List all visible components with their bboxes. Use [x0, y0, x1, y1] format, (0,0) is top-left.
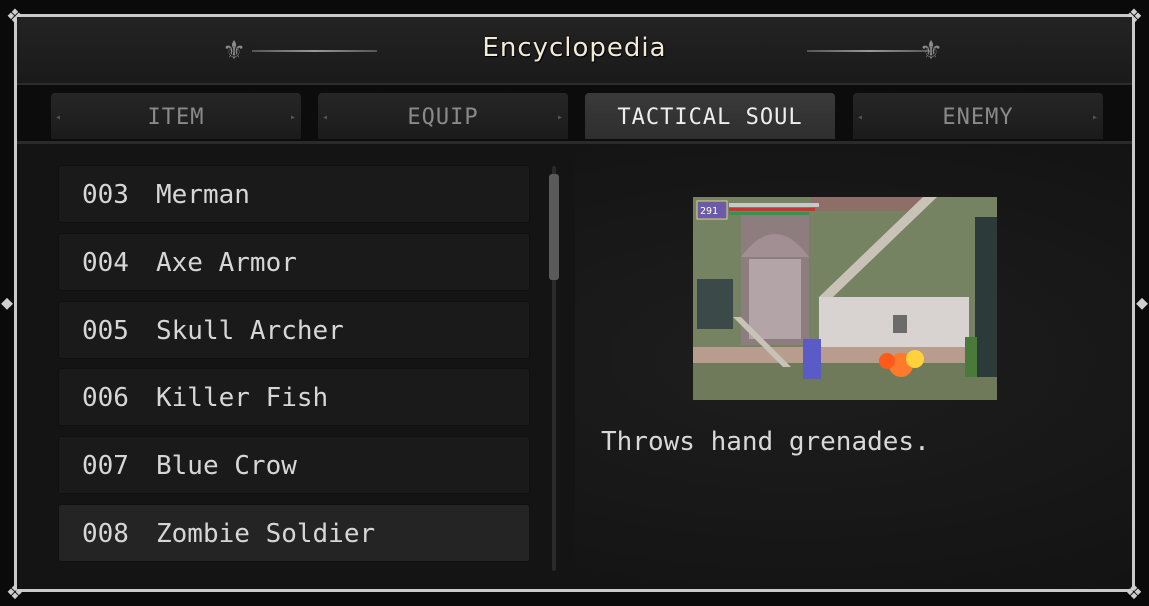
tab-label: EQUIP [407, 105, 479, 130]
tab-label: TACTICAL SOUL [617, 105, 803, 130]
scrollbar-thumb[interactable] [549, 174, 559, 280]
entry-number: 003 [82, 180, 129, 210]
tab-arrow-right-icon: ▸ [1091, 112, 1099, 123]
entry-number: 005 [82, 316, 129, 346]
entry-name: Skull Archer [156, 316, 344, 346]
side-ornament-icon: ◆ [0, 290, 14, 314]
entry-number: 008 [82, 519, 129, 549]
tab-arrow-left-icon: ◂ [55, 112, 63, 123]
detail-panel: 291 Throws hand grenades. [577, 144, 1132, 589]
gameplay-scene-image: 291 [693, 197, 997, 400]
tab-equip[interactable]: ◂ EQUIP ▸ [318, 93, 568, 139]
entry-name: Merman [156, 180, 250, 210]
entry-number: 007 [82, 451, 129, 481]
tab-label: ITEM [147, 105, 205, 130]
list-item-selected[interactable]: 008 Zombie Soldier [58, 504, 530, 562]
encyclopedia-window: ❖ ❖ ❖ ❖ ◆ ◆ ⚜ ⚜ Encyclopedia ◂ ITEM ▸ ◂ … [0, 0, 1149, 606]
entry-name: Blue Crow [156, 451, 297, 481]
tab-arrow-right-icon: ▸ [556, 112, 564, 123]
list-item[interactable]: 007 Blue Crow [58, 436, 530, 494]
hud-counter: 291 [700, 206, 718, 217]
entry-name: Zombie Soldier [156, 519, 376, 549]
page-title: Encyclopedia [482, 33, 667, 63]
list-item[interactable]: 003 Merman [58, 165, 530, 223]
entry-number: 004 [82, 248, 129, 278]
list-item[interactable]: 004 Axe Armor [58, 233, 530, 291]
entry-name: Killer Fish [156, 383, 329, 413]
tab-arrow-left-icon: ◂ [857, 112, 865, 123]
soul-list: 003 Merman 004 Axe Armor 005 Skull Arche… [17, 144, 575, 589]
title-bar: ⚜ ⚜ Encyclopedia [17, 17, 1132, 85]
tab-label: ENEMY [942, 105, 1014, 130]
entry-name: Axe Armor [156, 248, 297, 278]
entry-number: 006 [82, 383, 129, 413]
tab-item[interactable]: ◂ ITEM ▸ [51, 93, 301, 139]
tab-tactical-soul[interactable]: TACTICAL SOUL [585, 93, 835, 139]
tab-arrow-right-icon: ▸ [289, 112, 297, 123]
list-item[interactable]: 006 Killer Fish [58, 368, 530, 426]
tab-bar: ◂ ITEM ▸ ◂ EQUIP ▸ TACTICAL SOUL ◂ ENEMY… [17, 85, 1132, 144]
tab-enemy[interactable]: ◂ ENEMY ▸ [853, 93, 1103, 139]
gameplay-screenshot: 291 [693, 197, 997, 400]
side-ornament-icon: ◆ [1135, 290, 1149, 314]
soul-description: Throws hand grenades. [601, 427, 930, 457]
list-item[interactable]: 005 Skull Archer [58, 301, 530, 359]
tab-arrow-left-icon: ◂ [322, 112, 330, 123]
